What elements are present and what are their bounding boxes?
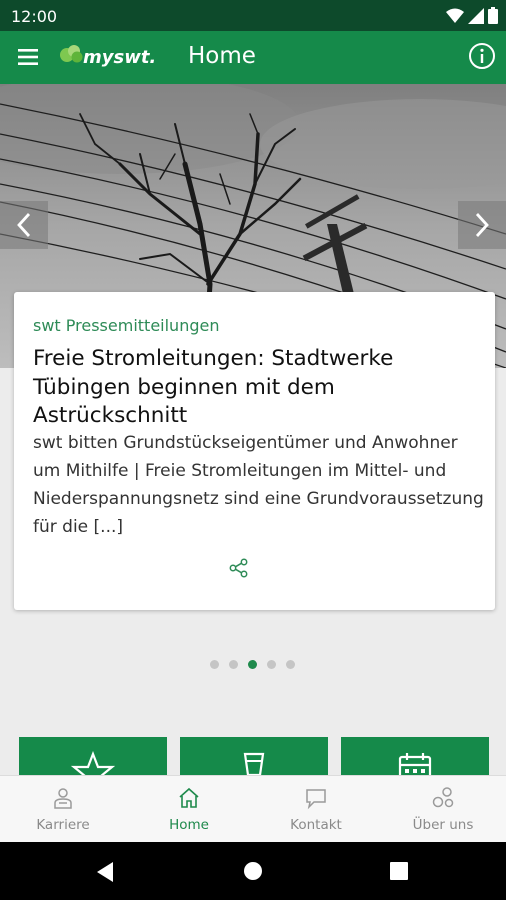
nav-label-kontakt: Kontakt [290, 817, 342, 833]
app-bar: myswt. Home [0, 31, 506, 84]
carousel-pagination [210, 660, 295, 669]
tile-cup[interactable] [180, 737, 328, 777]
carousel-dot[interactable] [286, 660, 295, 669]
chevron-right-icon [475, 213, 489, 237]
nav-label-ueber-uns: Über uns [412, 817, 474, 833]
status-time: 12:00 [11, 7, 58, 26]
system-navigation-bar [0, 842, 506, 900]
carousel-dot[interactable] [229, 660, 238, 669]
nav-item-home[interactable]: Home [126, 776, 252, 843]
signal-icon [468, 7, 484, 24]
myswt-logo: myswt. [60, 45, 156, 68]
nav-item-ueber-uns[interactable]: Über uns [380, 776, 506, 843]
people-icon [432, 787, 454, 808]
article-category: swt Pressemitteilungen [33, 316, 220, 335]
recents-icon[interactable] [390, 862, 408, 880]
nav-label-karriere: Karriere [36, 817, 90, 833]
tile-calendar[interactable] [341, 737, 489, 777]
chevron-left-icon [17, 213, 31, 237]
hamburger-menu-icon[interactable] [16, 46, 40, 68]
wifi-icon [446, 8, 464, 23]
calendar-icon [398, 753, 432, 777]
home-icon [179, 787, 199, 808]
status-icons [446, 7, 498, 24]
chat-icon [306, 789, 326, 810]
carousel-next-button[interactable] [458, 201, 506, 249]
logo-text: myswt. [83, 47, 156, 68]
carousel-dot[interactable] [210, 660, 219, 669]
article-excerpt: swt bitten Grundstückseigentümer und Anw… [33, 433, 484, 537]
person-icon [54, 788, 72, 809]
home-circle-icon[interactable] [243, 861, 263, 881]
back-icon[interactable] [95, 861, 115, 883]
page-title: Home [188, 43, 256, 69]
carousel-dot[interactable] [267, 660, 276, 669]
status-bar: 12:00 [0, 0, 506, 31]
bottom-navigation: Karriere Home Kontakt Über uns [0, 775, 506, 842]
star-icon [71, 751, 115, 777]
battery-icon [488, 7, 498, 24]
nav-item-kontakt[interactable]: Kontakt [253, 776, 379, 843]
article-card[interactable]: swt Pressemitteilungen Freie Stromleitun… [14, 292, 495, 610]
tile-favorites[interactable] [19, 737, 167, 777]
nav-item-karriere[interactable]: Karriere [0, 776, 126, 843]
article-title: Freie Stromleitungen: Stadtwerke Tübinge… [33, 346, 394, 428]
info-icon[interactable] [468, 42, 496, 70]
share-icon[interactable] [229, 558, 249, 578]
nav-label-home: Home [169, 817, 209, 833]
carousel-prev-button[interactable] [0, 201, 48, 249]
cup-icon [243, 752, 265, 777]
carousel-dot-active[interactable] [248, 660, 257, 669]
